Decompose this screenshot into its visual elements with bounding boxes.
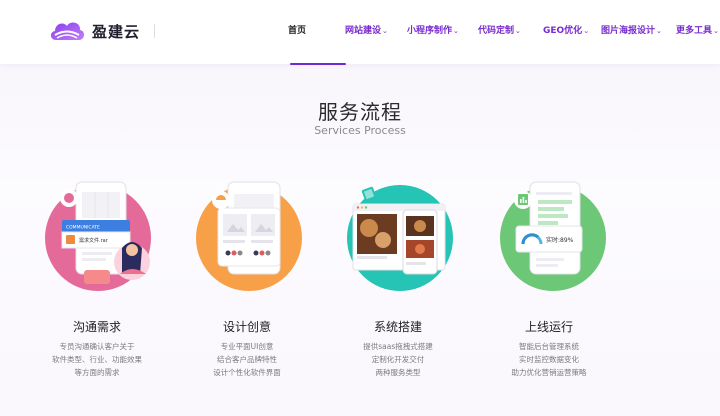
step-desc-line: 智能后台管理系统 bbox=[519, 342, 579, 351]
gauge-label-text: 实时:89% bbox=[546, 236, 574, 244]
step-communicate: COMMUNICATE 需求文件.rar 沟通需求 专员沟通确认客户关于 软件类… bbox=[22, 178, 172, 377]
step-description: 专业平面UI创意 结合客户品牌特性 设计个性化软件界面 bbox=[172, 340, 322, 379]
nav-website-label: 网站建设 bbox=[345, 26, 382, 36]
nav-more-tools-label: 更多工具 bbox=[676, 26, 713, 36]
step-desc-line: 助力优化营销运营策略 bbox=[511, 368, 587, 377]
chevron-down-icon: ⌄ bbox=[656, 27, 662, 35]
card-header-text: COMMUNICATE bbox=[66, 225, 100, 231]
communicate-illustration-svg: COMMUNICATE 需求文件.rar bbox=[45, 181, 151, 291]
file-label-text: 需求文件.rar bbox=[79, 237, 109, 244]
launch-illustration: 实时:89% bbox=[474, 178, 624, 298]
nav-code-label: 代码定制 bbox=[478, 26, 515, 36]
step-desc-line: 结合客户品牌特性 bbox=[217, 355, 277, 364]
chevron-down-icon: ⌄ bbox=[713, 27, 719, 35]
nav-poster-label: 图片海报设计 bbox=[601, 26, 656, 36]
nav-geo[interactable]: GEO优化⌄ bbox=[543, 23, 589, 36]
nav-more-tools[interactable]: 更多工具⌄ bbox=[676, 23, 719, 36]
chevron-down-icon: ⌄ bbox=[382, 27, 388, 35]
launch-illustration-svg: 实时:89% bbox=[500, 181, 606, 291]
step-build: 系统搭建 提供saas拖拽式搭建 定制化开发交付 两种服务类型 bbox=[323, 178, 473, 377]
step-desc-line: 专员沟通确认客户关于 bbox=[59, 342, 135, 351]
design-illustration-svg bbox=[196, 181, 302, 291]
step-description: 专员沟通确认客户关于 软件类型、行业、功能效果 等方面的需求 bbox=[22, 340, 172, 379]
step-title: 设计创意 bbox=[222, 320, 271, 334]
nav-code[interactable]: 代码定制⌄ bbox=[478, 23, 521, 36]
build-illustration bbox=[323, 178, 473, 298]
main-nav: 首页 网站建设⌄ 小程序制作⌄ 代码定制⌄ GEO优化⌄ 图片海报设计⌄ 更多工… bbox=[268, 0, 720, 65]
communicate-illustration: COMMUNICATE 需求文件.rar bbox=[22, 178, 172, 298]
nav-miniprogram[interactable]: 小程序制作⌄ bbox=[407, 23, 459, 36]
chevron-down-icon: ⌄ bbox=[583, 27, 590, 35]
section-title: 服务流程 bbox=[318, 100, 402, 124]
nav-home-label: 首页 bbox=[288, 26, 307, 36]
nav-poster[interactable]: 图片海报设计⌄ bbox=[601, 23, 662, 36]
step-desc-line: 软件类型、行业、功能效果 bbox=[52, 355, 142, 364]
step-launch: 实时:89% 上线运行 智能后台管理系统 实时监控数据变化 助力优化营销运营策略 bbox=[474, 178, 624, 377]
chevron-down-icon: ⌄ bbox=[515, 27, 521, 35]
chevron-down-icon: ⌄ bbox=[453, 27, 459, 35]
step-desc-line: 设计个性化软件界面 bbox=[213, 368, 281, 377]
nav-geo-label: GEO优化 bbox=[543, 26, 583, 36]
cloud-logo-icon bbox=[50, 22, 85, 40]
site-header: 盈建云 首页 网站建设⌄ 小程序制作⌄ 代码定制⌄ GEO优化⌄ 图片海报设计⌄… bbox=[0, 0, 720, 65]
step-desc-line: 等方面的需求 bbox=[74, 368, 120, 377]
step-title: 上线运行 bbox=[524, 320, 573, 334]
step-design: 设计创意 专业平面UI创意 结合客户品牌特性 设计个性化软件界面 bbox=[172, 178, 322, 377]
nav-home[interactable]: 首页 bbox=[288, 23, 346, 65]
step-title: 沟通需求 bbox=[72, 320, 121, 334]
nav-website[interactable]: 网站建设⌄ bbox=[345, 23, 388, 36]
nav-active-underline bbox=[290, 63, 346, 65]
step-description: 提供saas拖拽式搭建 定制化开发交付 两种服务类型 bbox=[323, 340, 473, 379]
step-desc-line: 专业平面UI创意 bbox=[220, 342, 274, 351]
step-desc-line: 定制化开发交付 bbox=[371, 355, 425, 364]
step-desc-line: 实时监控数据变化 bbox=[519, 355, 579, 364]
step-title: 系统搭建 bbox=[373, 320, 422, 334]
design-illustration bbox=[172, 178, 322, 298]
nav-miniprogram-label: 小程序制作 bbox=[407, 26, 453, 36]
logo-divider bbox=[154, 24, 155, 38]
step-description: 智能后台管理系统 实时监控数据变化 助力优化营销运营策略 bbox=[474, 340, 624, 379]
section-subtitle: Services Process bbox=[314, 124, 406, 137]
step-desc-line: 两种服务类型 bbox=[375, 368, 421, 377]
step-desc-line: 提供saas拖拽式搭建 bbox=[363, 342, 433, 351]
logo[interactable]: 盈建云 bbox=[48, 14, 140, 48]
logo-text: 盈建云 bbox=[92, 22, 141, 41]
build-illustration-svg bbox=[347, 185, 453, 291]
